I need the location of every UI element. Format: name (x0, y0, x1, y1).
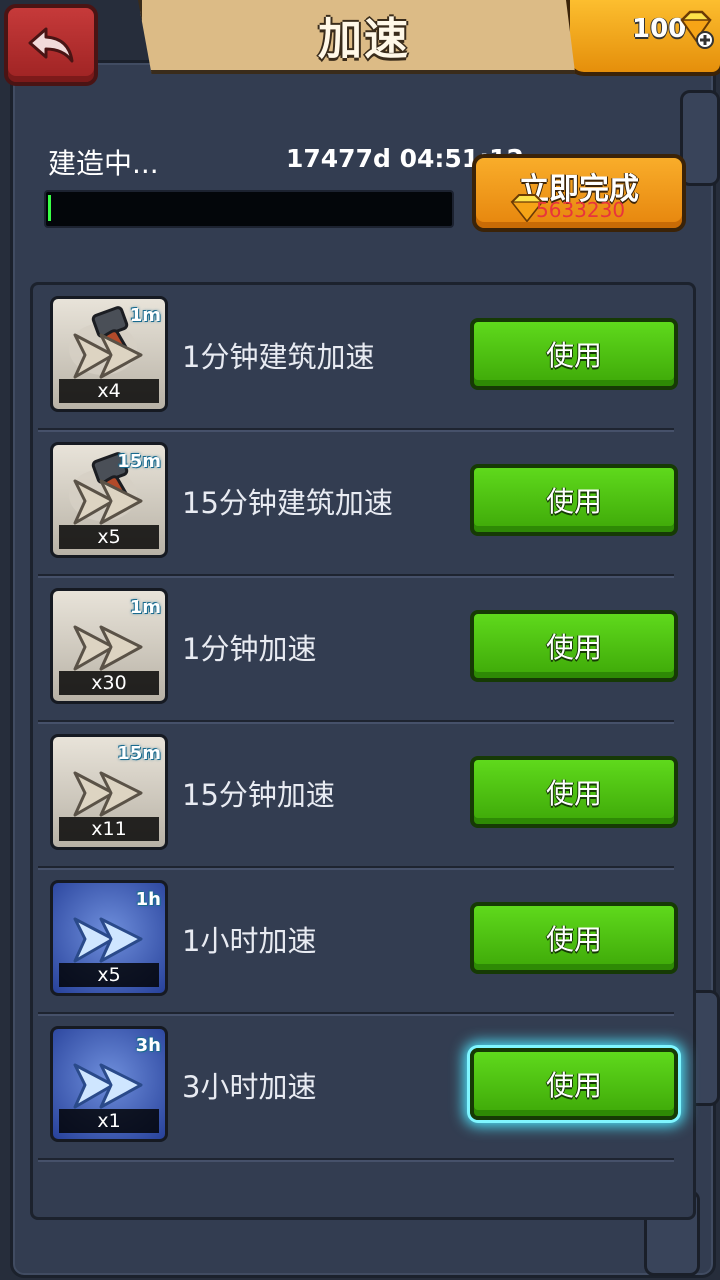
use-button-label: 使用 (545, 485, 602, 518)
finish-now-cost: 5633230 (536, 198, 626, 222)
use-button-label: 使用 (545, 631, 602, 664)
use-button-label: 使用 (545, 923, 602, 956)
item-duration-badge: 15m (117, 743, 161, 764)
item-name: 3小时加速 (182, 1070, 317, 1104)
item-name: 15分钟加速 (182, 778, 335, 812)
speedup-item-icon: 15m x5 (50, 442, 168, 558)
item-name: 1小时加速 (182, 924, 317, 958)
list-item: 3h x1 3小时加速 使用 (38, 1012, 678, 1160)
item-quantity: x1 (59, 1109, 159, 1133)
back-button[interactable] (4, 4, 98, 86)
use-button[interactable]: 使用 (470, 318, 678, 390)
gem-icon (680, 10, 714, 49)
list-item: 15m x5 15分钟建筑加速 使用 (38, 428, 678, 576)
use-button[interactable]: 使用 (470, 1048, 678, 1120)
list-item: 1h x5 1小时加速 使用 (38, 866, 678, 1014)
page-title: 加速 (318, 14, 410, 65)
item-quantity: x11 (59, 817, 159, 841)
build-status-label: 建造中... (48, 147, 159, 180)
item-quantity: x5 (59, 963, 159, 987)
list-item: 15m x11 15分钟加速 使用 (38, 720, 678, 868)
list-item: 1m x30 1分钟加速 使用 (38, 574, 678, 722)
speedup-item-icon: 1m x4 (50, 296, 168, 412)
item-quantity: x4 (59, 379, 159, 403)
build-progress-bar (44, 190, 454, 228)
use-button[interactable]: 使用 (470, 464, 678, 536)
item-quantity: x30 (59, 671, 159, 695)
item-name: 1分钟建筑加速 (182, 340, 375, 374)
item-duration-badge: 3h (135, 1035, 161, 1056)
finish-now-button[interactable]: 立即完成 5633230 (472, 154, 686, 232)
use-button-label: 使用 (545, 1069, 602, 1102)
item-name: 15分钟建筑加速 (182, 486, 393, 520)
item-duration-badge: 15m (117, 451, 161, 472)
item-duration-badge: 1m (129, 597, 161, 618)
title-banner: 加速 (138, 0, 590, 74)
speedup-item-icon: 15m x11 (50, 734, 168, 850)
use-button[interactable]: 使用 (470, 902, 678, 974)
use-button-label: 使用 (545, 339, 602, 372)
item-duration-badge: 1h (135, 889, 161, 910)
item-name: 1分钟加速 (182, 632, 317, 666)
build-progress-fill (48, 195, 51, 221)
item-quantity: x5 (59, 525, 159, 549)
item-duration-badge: 1m (129, 305, 161, 326)
speedup-item-icon: 3h x1 (50, 1026, 168, 1142)
use-button[interactable]: 使用 (470, 756, 678, 828)
use-button[interactable]: 使用 (470, 610, 678, 682)
speedup-item-icon: 1m x30 (50, 588, 168, 704)
gem-counter[interactable]: 100 (566, 0, 720, 76)
speedup-item-icon: 1h x5 (50, 880, 168, 996)
use-button-label: 使用 (545, 777, 602, 810)
rock-decoration (680, 90, 720, 186)
back-arrow-icon (28, 27, 74, 63)
list-item: 1m x4 1分钟建筑加速 使用 (38, 282, 678, 430)
